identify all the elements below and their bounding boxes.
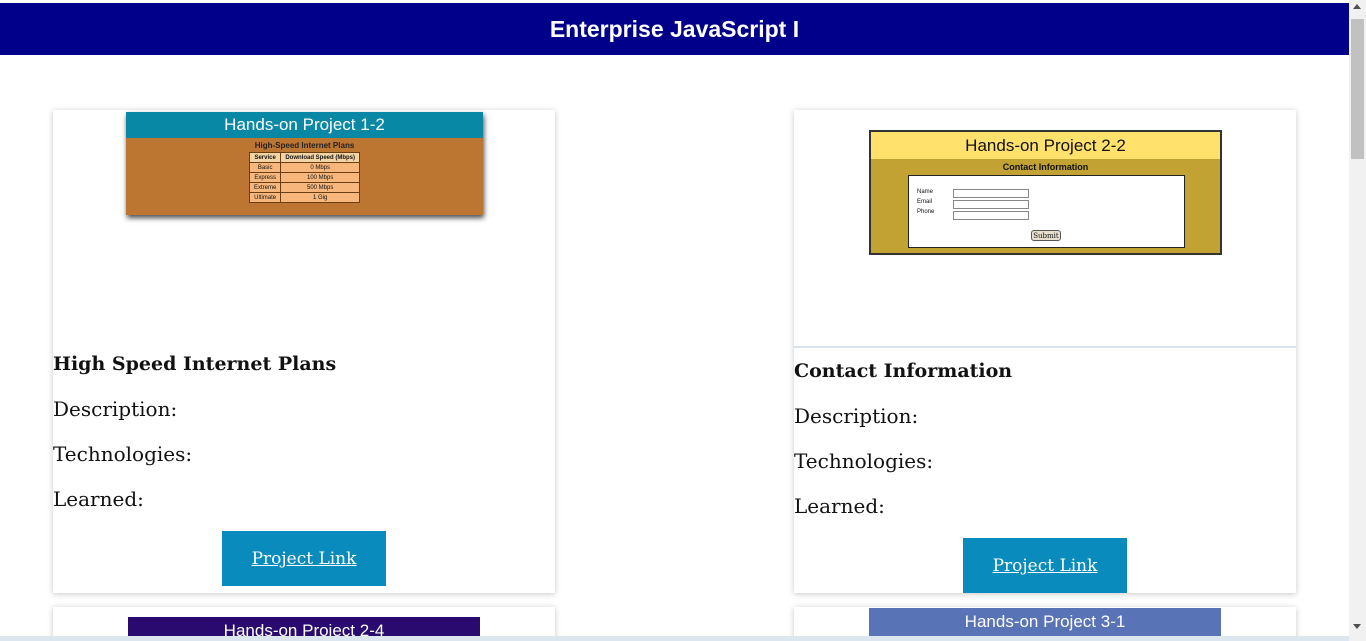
form-label: Email: [917, 199, 933, 205]
technologies-label: Technologies:: [53, 442, 193, 466]
table-cell: Ultimate: [248, 192, 282, 203]
form-input: [953, 200, 1029, 209]
screenshot-heading: Hands-on Project 2-2: [871, 132, 1220, 159]
project-screenshot: Hands-on Project 2-2 Contact Information…: [869, 130, 1222, 255]
table-cell: Basic: [248, 162, 282, 173]
form-label: Phone: [917, 209, 935, 215]
screenshot-subheading: High-Speed Internet Plans: [254, 141, 355, 150]
project-link-button[interactable]: Project Link: [222, 531, 386, 586]
project-screenshot: Hands-on Project 1-2 High-Speed Internet…: [126, 112, 483, 215]
bottom-strip: [0, 636, 1349, 641]
table-header: Download Speed (Mbps): [280, 152, 360, 163]
project-card: Hands-on Project 2-2 Contact Information…: [794, 110, 1296, 593]
scroll-down-icon[interactable]: [1353, 624, 1361, 629]
learned-label: Learned:: [53, 487, 144, 511]
form-label: Name: [917, 189, 934, 195]
project-card: Hands-on Project 1-2 High-Speed Internet…: [53, 110, 555, 593]
project-title: High Speed Internet Plans: [53, 353, 337, 375]
learned-label: Learned:: [794, 494, 885, 518]
scroll-up-icon[interactable]: [1353, 4, 1361, 9]
page-header: Enterprise JavaScript I: [0, 3, 1349, 55]
divider: [794, 346, 1296, 348]
table-cell: Extreme: [248, 182, 282, 193]
project-link-button[interactable]: Project Link: [963, 538, 1127, 593]
page-title: Enterprise JavaScript I: [549, 15, 800, 42]
form-input: [953, 189, 1029, 198]
form-input: [953, 211, 1029, 220]
project-title: Contact Information: [794, 360, 1013, 382]
technologies-label: Technologies:: [794, 449, 934, 473]
table-header: Service: [248, 152, 282, 163]
description-label: Description:: [53, 397, 178, 421]
screenshot-table: Service Download Speed (Mbps) Basic 0 Mbp…: [248, 152, 360, 203]
table-cell: 0 Mbps: [280, 162, 360, 173]
screenshot-form: Name Email Phone Submit: [908, 175, 1185, 248]
description-label: Description:: [794, 404, 919, 428]
table-cell: Express: [248, 172, 282, 183]
screenshot-subheading: Contact Information: [1002, 162, 1089, 172]
form-submit: Submit: [1031, 230, 1061, 241]
vertical-scrollbar[interactable]: [1349, 0, 1366, 641]
table-cell: 500 Mbps: [280, 182, 360, 193]
table-cell: 100 Mbps: [280, 172, 360, 183]
scroll-thumb[interactable]: [1351, 19, 1364, 159]
table-cell: 1 Gig: [280, 192, 360, 203]
screenshot-heading: Hands-on Project 1-2: [126, 112, 483, 138]
